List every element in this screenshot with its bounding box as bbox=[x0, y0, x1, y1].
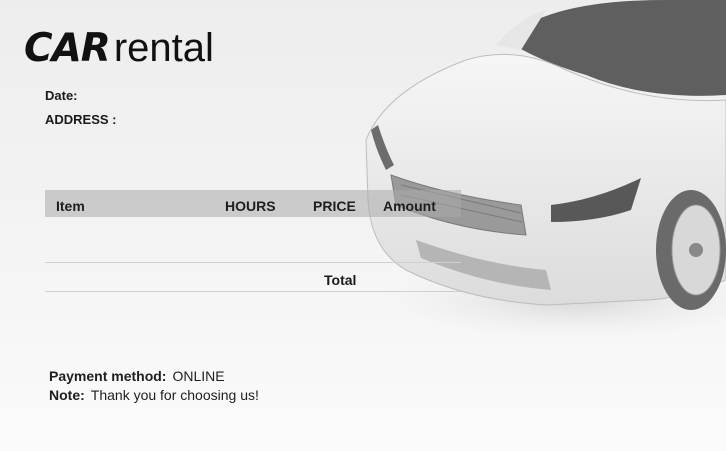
total-label: Total bbox=[324, 272, 357, 288]
payment-method-row: Payment method: ONLINE bbox=[49, 368, 225, 384]
total-divider bbox=[45, 291, 461, 292]
note-row: Note: Thank you for choosing us! bbox=[49, 387, 259, 403]
column-price: PRICE bbox=[313, 198, 356, 214]
note-label: Note: bbox=[49, 387, 85, 403]
car-illustration bbox=[365, 0, 726, 340]
table-divider bbox=[45, 262, 461, 263]
column-hours: HOURS bbox=[225, 198, 276, 214]
column-amount: Amount bbox=[383, 198, 436, 214]
date-label: Date: bbox=[45, 88, 78, 103]
address-label: ADDRESS : bbox=[45, 112, 117, 127]
payment-method-label: Payment method: bbox=[49, 368, 167, 384]
logo-car-text: CAR bbox=[24, 26, 111, 71]
invoice-table-header: Item HOURS PRICE Amount bbox=[45, 190, 461, 217]
column-item: Item bbox=[56, 198, 85, 214]
company-logo: CAR rental bbox=[24, 26, 214, 71]
payment-method-value: ONLINE bbox=[172, 368, 225, 384]
logo-rental-text: rental bbox=[113, 26, 214, 70]
note-value: Thank you for choosing us! bbox=[90, 387, 259, 403]
